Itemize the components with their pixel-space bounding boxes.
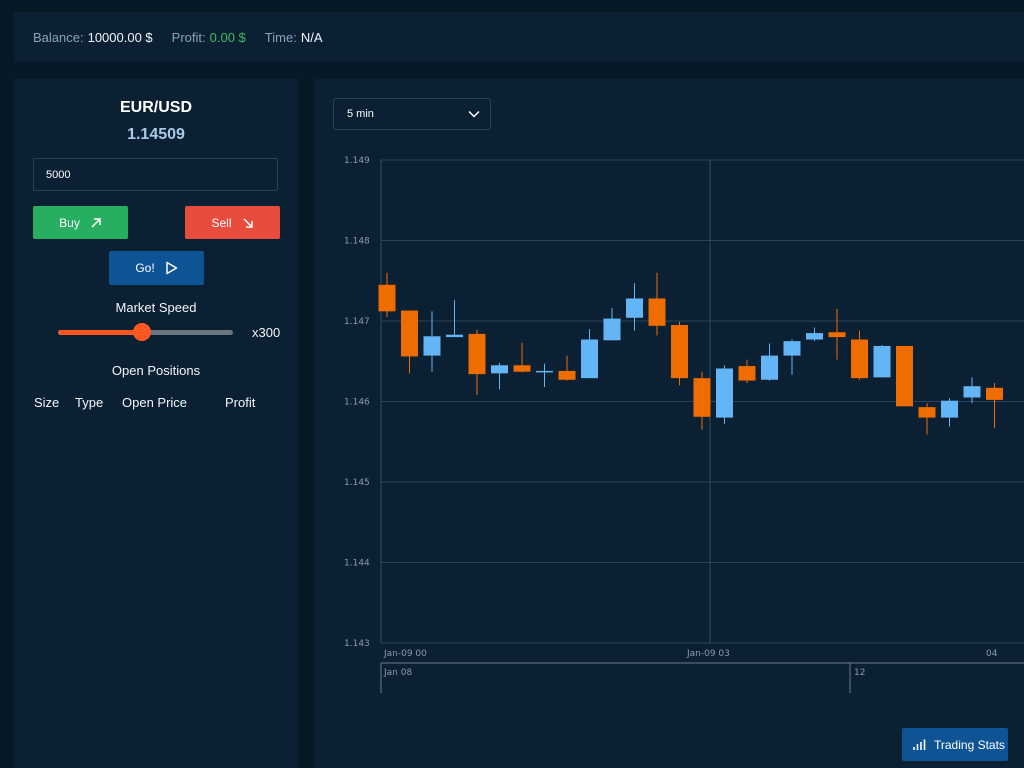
chart-panel: 1.149 1.148 1.147 1.146 1.145 1.144 1.143 Jan-0…	[314, 79, 1024, 768]
candle-body	[536, 370, 553, 373]
bar-chart-icon	[913, 739, 926, 750]
time-value: N/A	[300, 29, 323, 45]
candle-body	[873, 345, 891, 378]
candle-body	[851, 339, 868, 379]
navigator-label: 12	[854, 668, 865, 678]
candle-body	[761, 355, 778, 380]
balance-value: 10000.00 $	[87, 29, 153, 45]
candle-body	[918, 407, 936, 418]
candle-body	[783, 341, 801, 356]
trading-stats-button[interactable]: Trading Stats	[902, 728, 1008, 761]
sell-button-label: Sell	[211, 215, 232, 230]
balance-stat: Balance: 10000.00 $	[33, 30, 153, 45]
market-speed-slider[interactable]	[58, 323, 233, 341]
candle-body	[378, 284, 396, 312]
x-tick-label: 04	[986, 649, 998, 659]
y-tick-label: 1.144	[344, 559, 370, 569]
column-header-profit: Profit	[225, 395, 256, 410]
candle-body	[806, 333, 823, 340]
candle-body	[738, 366, 756, 381]
column-header-size: Size	[34, 395, 60, 410]
current-price: 1.14509	[127, 126, 185, 143]
candle-body	[828, 332, 846, 338]
go-button-label: Go!	[135, 261, 155, 275]
candle-body	[671, 325, 688, 379]
trade-panel: EUR/USD 1.14509 Buy Sell Go! Market Spee…	[14, 79, 298, 768]
slider-fill	[58, 330, 142, 335]
buy-button[interactable]: Buy	[33, 206, 128, 239]
candle-body	[693, 378, 711, 417]
top-status-bar: Balance: 10000.00 $ Profit: 0.00 $ Time:…	[14, 12, 1024, 62]
candle-body	[513, 365, 531, 372]
navigator-label: Jan 08	[383, 668, 412, 678]
candle-body	[491, 365, 508, 374]
candle-body	[963, 386, 981, 398]
candle-body	[581, 339, 598, 379]
y-tick-label: 1.148	[344, 237, 370, 247]
slider-thumb[interactable]	[133, 323, 151, 341]
profit-label: Profit:	[171, 29, 206, 45]
candle-body	[716, 368, 733, 418]
market-speed-label: Market Speed	[115, 300, 197, 315]
candle-body	[626, 298, 643, 318]
currency-pair: EUR/USD	[119, 99, 192, 116]
column-header-open-price: Open Price	[122, 395, 188, 410]
y-tick-label: 1.147	[344, 317, 370, 327]
candle-body	[986, 387, 1003, 400]
market-speed-value: x300	[252, 325, 281, 340]
candle-body	[468, 333, 486, 375]
candle-body	[648, 298, 666, 326]
time-stat: Time: N/A	[265, 30, 323, 45]
timeframe-selected: 5 min	[347, 108, 374, 120]
candle-body	[558, 370, 576, 380]
y-tick-label: 1.143	[344, 639, 370, 649]
arrow-up-right-icon	[91, 217, 101, 228]
candle-body	[446, 334, 463, 338]
trade-amount-input[interactable]	[33, 158, 278, 191]
x-tick-label: Jan-09 03	[686, 649, 730, 659]
timeframe-select[interactable]: 5 min	[333, 98, 491, 130]
open-positions-title: Open Positions	[111, 363, 201, 378]
profit-stat: Profit: 0.00 $	[172, 30, 246, 45]
candle-body	[401, 310, 418, 357]
candle-body	[603, 318, 621, 341]
chevron-down-icon	[468, 110, 480, 118]
candle-body	[896, 345, 913, 407]
go-button[interactable]: Go!	[109, 251, 204, 285]
balance-label: Balance:	[33, 29, 84, 45]
profit-value: 0.00 $	[209, 29, 246, 45]
trading-stats-label: Trading Stats	[934, 737, 1005, 752]
candlestick-chart[interactable]: 1.149 1.148 1.147 1.146 1.145 1.144 1.143 Jan-0…	[314, 79, 1024, 768]
candle-body	[941, 400, 958, 418]
arrow-down-right-icon	[242, 217, 253, 228]
time-label: Time:	[264, 29, 297, 45]
y-tick-label: 1.146	[344, 398, 370, 408]
sell-button[interactable]: Sell	[185, 206, 280, 239]
y-tick-label: 1.145	[344, 478, 370, 488]
x-tick-label: Jan-09 00	[383, 649, 427, 659]
play-icon	[165, 261, 177, 275]
candle-body	[423, 336, 441, 356]
y-tick-label: 1.149	[344, 156, 370, 166]
column-header-type: Type	[75, 395, 104, 410]
buy-button-label: Buy	[59, 215, 80, 230]
